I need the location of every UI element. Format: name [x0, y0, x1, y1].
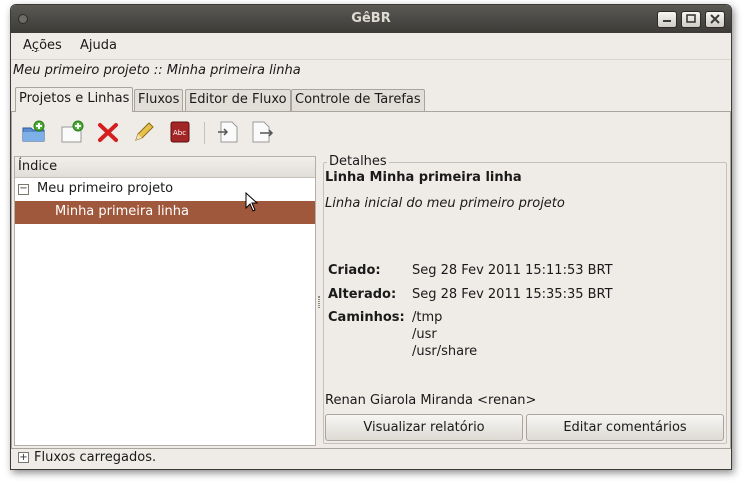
new-project-button[interactable] — [22, 120, 46, 144]
export-icon — [252, 121, 274, 143]
expand-icon[interactable]: + — [18, 452, 29, 463]
pane-splitter[interactable] — [317, 156, 322, 446]
status-text: Fluxos carregados. — [34, 450, 157, 465]
status-bar: + Fluxos carregados. — [11, 447, 731, 469]
delete-icon — [98, 123, 118, 142]
import-button[interactable] — [216, 120, 240, 144]
project-label: Meu primeiro projeto — [37, 181, 174, 196]
new-line-icon — [61, 120, 84, 143]
tree-row-line[interactable]: Minha primeira linha — [15, 201, 315, 224]
close-icon — [710, 14, 720, 24]
line-label: Minha primeira linha — [55, 204, 189, 219]
tab-panel: Abc Índice − Meu primeiro projeto Minha … — [11, 111, 731, 449]
details-title: Linha Minha primeira linha — [325, 170, 522, 185]
collapse-icon[interactable]: − — [18, 184, 29, 195]
breadcrumb: Meu primeiro projeto :: Minha primeira l… — [11, 59, 731, 81]
path-item: /tmp — [412, 310, 443, 325]
path-item: /usr — [412, 327, 437, 342]
maximize-button[interactable] — [681, 11, 701, 28]
import-icon — [218, 121, 238, 143]
dictionary-button[interactable]: Abc — [168, 120, 192, 144]
svg-text:Abc: Abc — [173, 129, 186, 137]
edit-properties-button[interactable] — [132, 120, 156, 144]
project-tree[interactable]: Índice − Meu primeiro projeto Minha prim… — [14, 156, 316, 446]
view-report-button[interactable]: Visualizar relatório — [325, 414, 523, 441]
menu-acoes[interactable]: Ações — [21, 33, 70, 53]
minimize-icon — [663, 20, 671, 22]
tree-row-project[interactable]: − Meu primeiro projeto — [15, 178, 315, 201]
details-frame: Detalhes Linha Minha primeira linha Linh… — [323, 154, 727, 444]
details-legend: Detalhes — [327, 154, 389, 169]
maximize-icon — [686, 14, 696, 23]
tab-fluxos[interactable]: Fluxos — [134, 89, 184, 111]
created-label: Criado: — [328, 263, 381, 278]
tab-projetos-e-linhas[interactable]: Projetos e Linhas — [15, 87, 134, 112]
tab-editor-de-fluxo[interactable]: Editor de Fluxo — [185, 89, 291, 111]
author: Renan Giarola Miranda <renan> — [325, 393, 537, 408]
toolbar-separator — [204, 122, 205, 144]
created-value: Seg 28 Fev 2011 15:11:53 BRT — [412, 263, 613, 278]
toolbar: Abc — [12, 112, 730, 152]
splitter-grip-icon — [318, 296, 320, 308]
delete-button[interactable] — [96, 120, 120, 144]
window-title: GêBR — [351, 11, 391, 26]
menu-bar: Ações Ajuda — [11, 33, 731, 59]
new-line-button[interactable] — [60, 120, 84, 144]
paths-label: Caminhos: — [328, 310, 405, 325]
tree-column-header[interactable]: Índice — [15, 157, 315, 178]
tab-controle-de-tarefas[interactable]: Controle de Tarefas — [291, 89, 425, 111]
export-button[interactable] — [250, 120, 274, 144]
new-project-icon — [22, 120, 45, 142]
mouse-pointer-icon — [245, 192, 259, 212]
close-button[interactable] — [705, 11, 725, 28]
modified-value: Seg 28 Fev 2011 15:35:35 BRT — [412, 287, 613, 302]
edit-properties-icon — [135, 122, 154, 141]
menu-ajuda[interactable]: Ajuda — [74, 33, 125, 53]
edit-comments-button[interactable]: Editar comentários — [526, 414, 724, 441]
path-item: /usr/share — [412, 344, 478, 359]
dictionary-icon: Abc — [170, 121, 190, 143]
title-bar[interactable]: GêBR — [11, 5, 731, 33]
app-window: GêBR Ações Ajuda Meu primeiro projeto ::… — [10, 4, 732, 470]
minimize-button[interactable] — [657, 11, 677, 28]
modified-label: Alterado: — [328, 287, 397, 302]
details-description: Linha inicial do meu primeiro projeto — [325, 196, 565, 211]
